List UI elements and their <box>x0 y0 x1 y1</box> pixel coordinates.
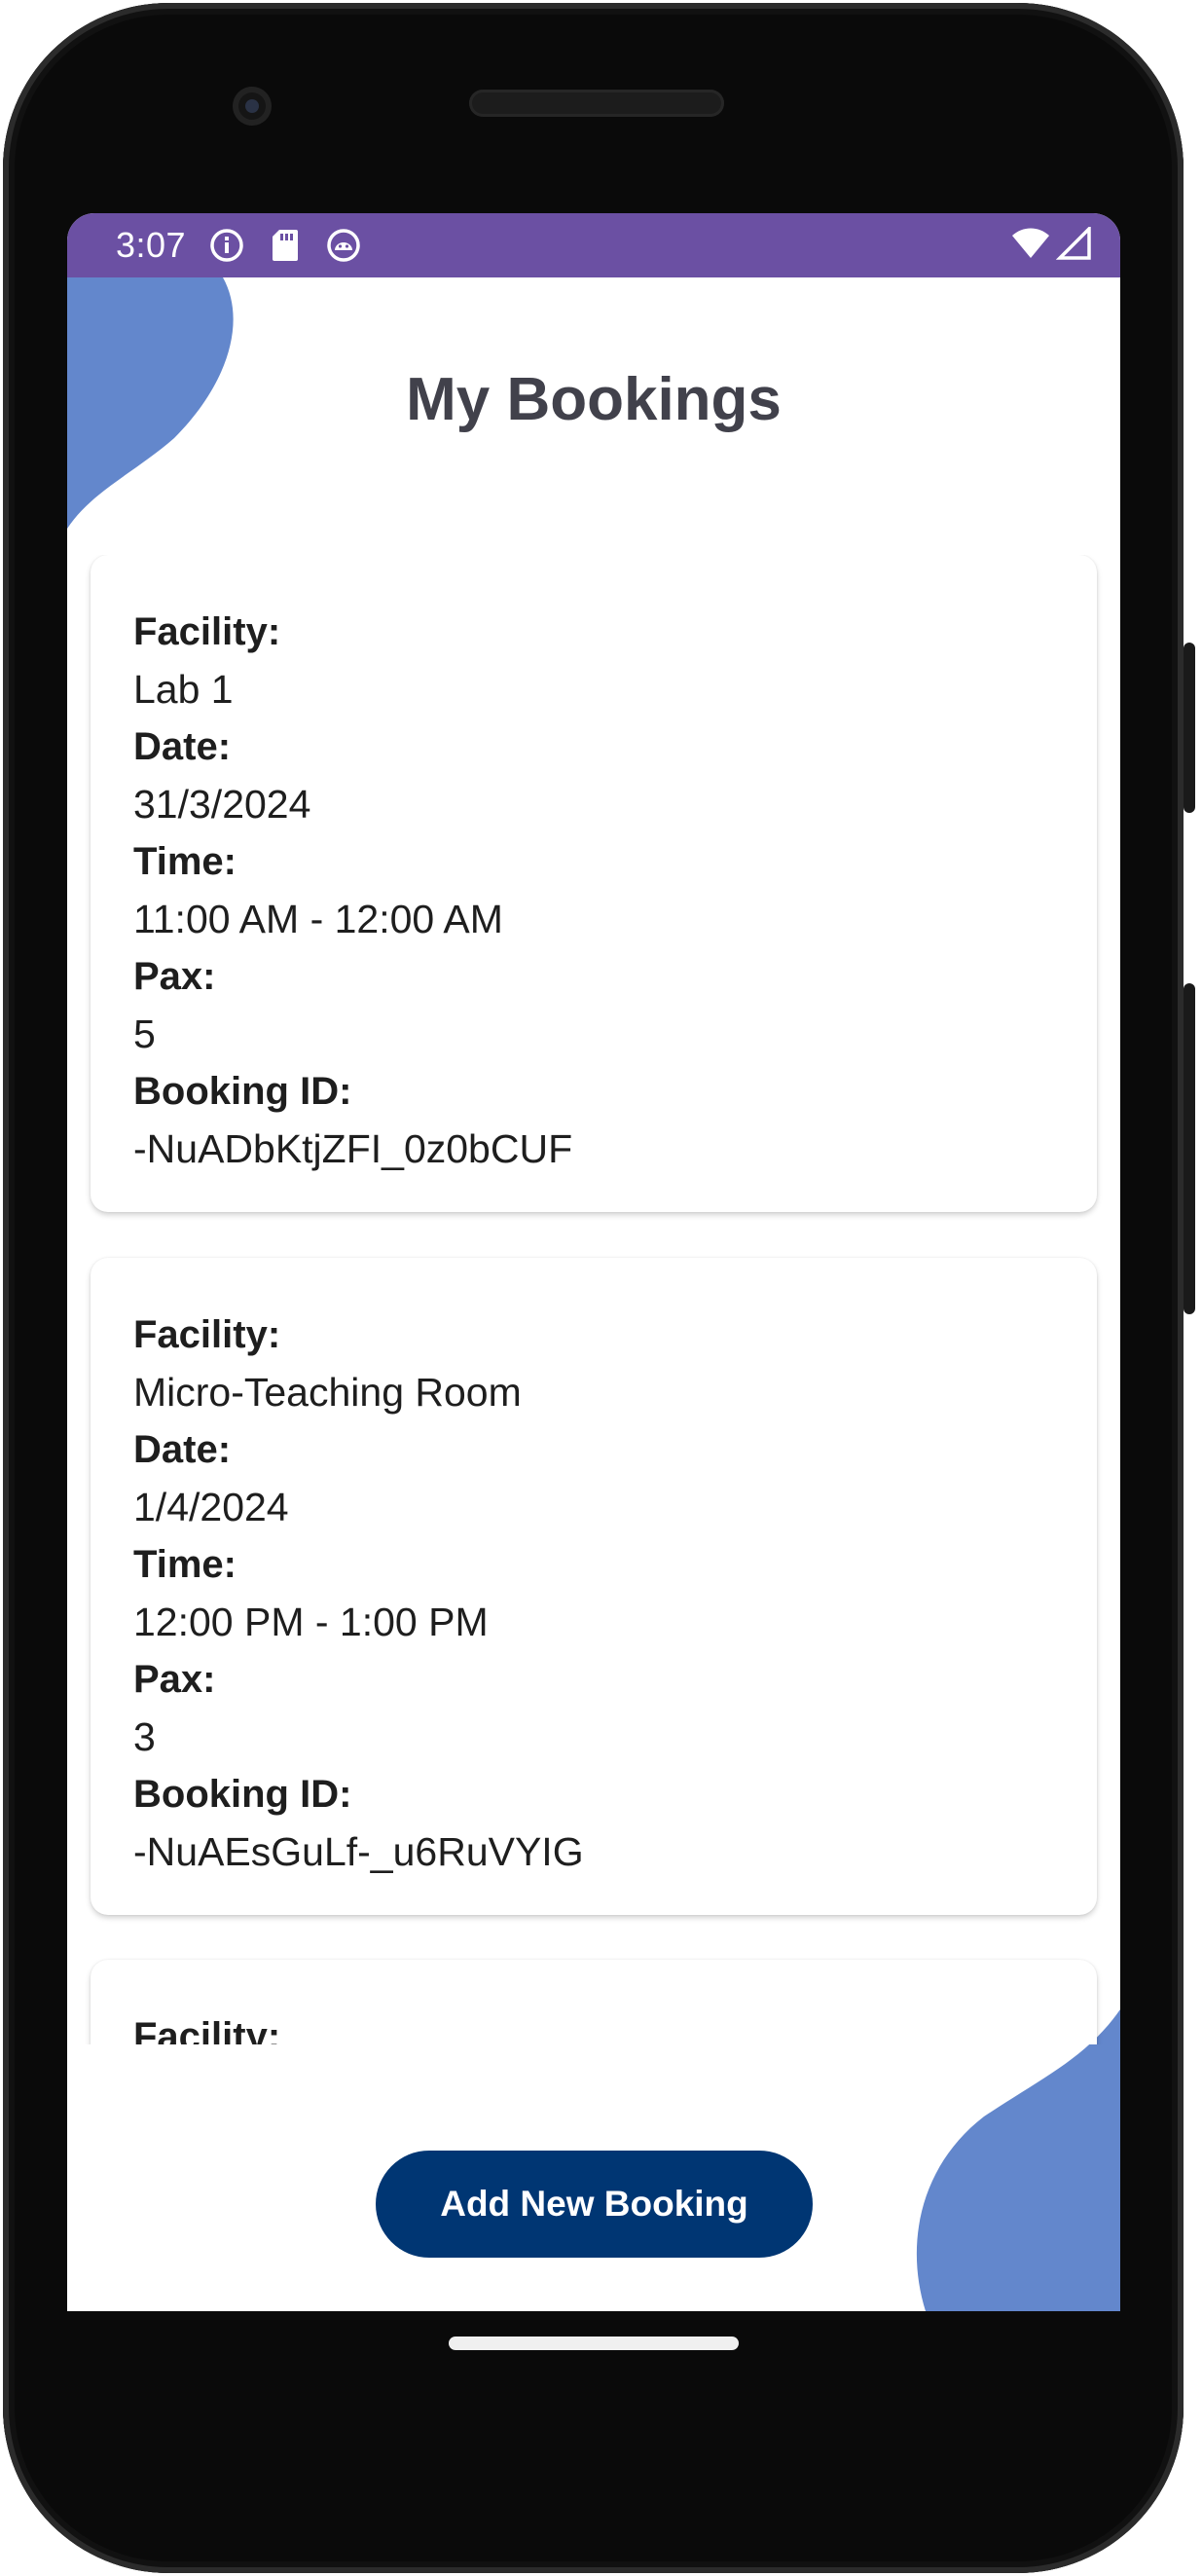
sd-card-icon <box>266 226 305 265</box>
time-label: Time: <box>133 1543 237 1586</box>
time-value: 12:00 PM - 1:00 PM <box>133 1600 489 1644</box>
bottom-decorative-blob <box>916 2009 1120 2311</box>
android-debug-icon <box>324 226 363 265</box>
date-label: Date: <box>133 725 232 768</box>
bookings-screen: My Bookings Facility: Lab 1 Date: 31/3/2… <box>67 277 1120 2311</box>
status-bar: 3:07 <box>67 213 1120 277</box>
status-right-icons <box>1011 224 1091 265</box>
facility-label: Facility: <box>133 610 281 653</box>
facility-value: Micro-Teaching Room <box>133 1370 522 1415</box>
earpiece-speaker <box>469 90 724 117</box>
facility-label: Facility: <box>133 1313 281 1356</box>
pax-label: Pax: <box>133 1658 216 1701</box>
pax-value: 3 <box>133 1714 156 1759</box>
power-button <box>1184 643 1195 813</box>
phone-frame: 3:07 My Bookings Facility: Lab 1 Date: 3… <box>0 0 1202 2576</box>
date-value: 1/4/2024 <box>133 1485 289 1529</box>
volume-button <box>1184 983 1195 1314</box>
front-camera <box>233 87 272 126</box>
booking-card: Facility: Micro-Teaching Room Date: 1/4/… <box>91 1258 1097 1915</box>
date-value: 31/3/2024 <box>133 782 311 827</box>
info-icon <box>207 226 246 265</box>
device-screen: 3:07 My Bookings Facility: Lab 1 Date: 3… <box>67 213 1120 2311</box>
facility-label: Facility: <box>133 2015 281 2044</box>
booking-card: Facility: <box>91 1960 1097 2044</box>
add-new-booking-button[interactable]: Add New Booking <box>376 2151 813 2258</box>
status-time: 3:07 <box>116 225 187 265</box>
page-title: My Bookings <box>406 366 782 433</box>
booking-id-label: Booking ID: <box>133 1070 352 1113</box>
booking-card: Facility: Lab 1 Date: 31/3/2024 Time: 11… <box>91 555 1097 1212</box>
booking-id-value: -NuAEsGuLf-_u6RuVYIG <box>133 1829 584 1874</box>
wifi-icon <box>1011 227 1050 265</box>
bookings-list[interactable]: Facility: Lab 1 Date: 31/3/2024 Time: 11… <box>67 555 1120 2044</box>
booking-id-label: Booking ID: <box>133 1773 352 1816</box>
pax-label: Pax: <box>133 955 216 998</box>
date-label: Date: <box>133 1428 232 1471</box>
facility-value: Lab 1 <box>133 667 234 712</box>
time-value: 11:00 AM - 12:00 AM <box>133 897 503 941</box>
pax-value: 5 <box>133 1012 156 1056</box>
cell-signal-icon <box>1055 224 1091 265</box>
booking-id-value: -NuADbKtjZFI_0z0bCUF <box>133 1126 573 1171</box>
time-label: Time: <box>133 840 237 883</box>
home-indicator[interactable] <box>449 2337 739 2350</box>
